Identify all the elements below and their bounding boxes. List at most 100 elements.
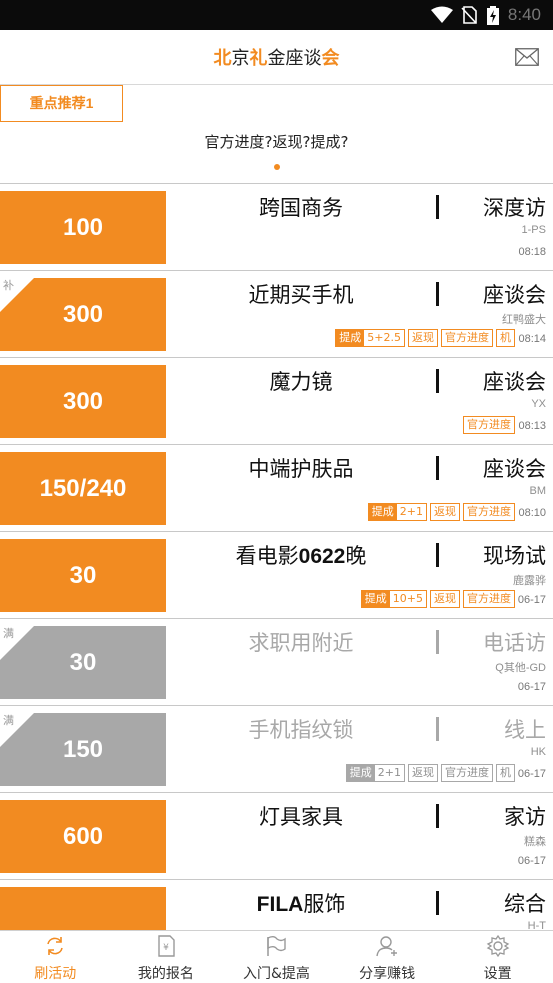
progress-tag: 官方进度	[441, 329, 493, 347]
featured-banner[interactable]: 重点推荐1 官方进度?返现?提成?	[0, 85, 553, 184]
divider	[436, 891, 439, 915]
list-item[interactable]: 30 看电影0622晚 现场试 鹿露骅 提成 10+5 返现 官方进度 06-17	[0, 532, 553, 619]
cashback-tag: 返现	[408, 764, 438, 782]
activity-title: 中端护肤品	[248, 457, 354, 481]
progress-tag: 官方进度	[463, 416, 515, 434]
timestamp: 06-17	[517, 768, 546, 780]
activity-type: 座谈会	[483, 370, 546, 394]
list-item[interactable]: 满 150 手机指纹锁 线上 HK 提成 2+1 返现 官方进度 机 06-17	[0, 706, 553, 793]
cashback-tag: 返现	[408, 329, 438, 347]
corner-label: 满	[3, 627, 14, 640]
flag-icon	[267, 936, 287, 956]
tab-label: 分享赚钱	[359, 966, 416, 982]
tab-label: 刷活动	[34, 966, 77, 982]
tab-label: 入门&提高	[243, 966, 310, 982]
divider	[436, 195, 439, 219]
list-item[interactable]: 补 300 近期买手机 座谈会 红鸭盛大 提成 5+2.5 返现 官方进度 机 0…	[0, 271, 553, 358]
timestamp: 06-17	[517, 681, 546, 693]
activity-title: 求职用附近	[248, 631, 354, 655]
reward-amount: 600	[0, 800, 166, 873]
divider	[436, 369, 439, 393]
activity-type: 座谈会	[483, 283, 546, 307]
no-sim-icon	[461, 6, 477, 24]
tag-group: 提成 10+5 返现 官方进度	[360, 590, 515, 608]
organizer: 糕森	[524, 836, 546, 848]
wifi-icon	[431, 6, 453, 23]
tag-group: 提成 2+1 返现 官方进度 机	[345, 764, 515, 782]
reward-amount: 补 300	[0, 278, 166, 351]
divider	[436, 630, 439, 654]
add-user-icon	[376, 936, 398, 957]
activity-title: 近期买手机	[248, 283, 354, 307]
commission-tag: 提成 2+1	[345, 764, 405, 782]
tab-guide[interactable]: 入门&提高	[221, 931, 332, 983]
mail-icon[interactable]	[515, 48, 539, 66]
activity-list[interactable]: 100 跨国商务 深度访 1-PS 08:18 补 300 近期买手机 座谈会 …	[0, 184, 553, 930]
tab-label: 我的报名	[137, 966, 194, 982]
reward-amount: 30	[0, 539, 166, 612]
page-title: 北京礼金座谈会	[213, 48, 340, 69]
reward-amount: 满 30	[0, 626, 166, 699]
divider	[436, 543, 439, 567]
divider	[436, 804, 439, 828]
activity-type: 家访	[504, 805, 546, 829]
organizer: BM	[529, 485, 547, 497]
progress-tag: 官方进度	[441, 764, 493, 782]
divider	[436, 282, 439, 306]
activity-title: 跨国商务	[259, 196, 343, 220]
tab-share[interactable]: 分享赚钱	[332, 931, 443, 983]
gear-icon	[486, 934, 509, 958]
tab-my-signups[interactable]: ¥ 我的报名	[111, 931, 222, 983]
list-item[interactable]: 满 30 求职用附近 电话访 Q其他-GD 06-17	[0, 619, 553, 706]
list-item[interactable]: 600 灯具家具 家访 糕森 06-17	[0, 793, 553, 880]
timestamp: 08:18	[518, 246, 546, 258]
reward-amount: 300	[0, 365, 166, 438]
activity-title: 灯具家具	[259, 805, 343, 829]
activity-type: 现场试	[483, 544, 546, 568]
clock: 8:40	[507, 5, 541, 24]
activity-type: 座谈会	[483, 457, 546, 481]
commission-tag: 提成 10+5	[360, 590, 427, 608]
corner-label: 满	[3, 714, 14, 727]
timestamp: 08:14	[518, 333, 546, 345]
organizer: Q其他-GD	[495, 662, 546, 674]
cashback-tag: 返现	[430, 590, 460, 608]
corner-label: 补	[3, 279, 14, 292]
tab-activities[interactable]: 刷活动	[0, 931, 111, 983]
progress-tag: 官方进度	[463, 503, 515, 521]
organizer: H-T	[527, 920, 546, 930]
bottom-tab-bar: 刷活动 ¥ 我的报名 入门&提高 分享赚钱 设置	[0, 930, 553, 983]
timestamp: 06-17	[517, 594, 546, 606]
list-item[interactable]: 150/240 中端护肤品 座谈会 BM 提成 2+1 返现 官方进度 08:10	[0, 445, 553, 532]
tag-group: 提成 2+1 返现 官方进度	[367, 503, 515, 521]
activity-type: 综合	[504, 892, 546, 916]
organizer: 红鸭盛大	[502, 314, 546, 326]
reward-amount: 见内	[0, 887, 166, 930]
progress-tag: 官方进度	[463, 590, 515, 608]
divider	[436, 717, 439, 741]
list-item[interactable]: 300 魔力镜 座谈会 YX 官方进度 08:13	[0, 358, 553, 445]
timestamp: 06-17	[517, 855, 546, 867]
status-bar: 8:40	[0, 0, 553, 30]
featured-text: 官方进度?返现?提成?	[204, 133, 349, 151]
activity-title: 看电影0622晚	[235, 544, 367, 568]
tag-group: 提成 5+2.5 返现 官方进度 机	[335, 329, 515, 347]
reward-amount: 100	[0, 191, 166, 264]
list-item[interactable]: 100 跨国商务 深度访 1-PS 08:18	[0, 184, 553, 271]
app-header: 北京礼金座谈会	[0, 30, 553, 85]
timestamp: 08:10	[518, 507, 546, 519]
reward-amount: 150/240	[0, 452, 166, 525]
reward-amount: 满 150	[0, 713, 166, 786]
organizer: 鹿露骅	[513, 575, 546, 587]
activity-type: 电话访	[483, 631, 546, 655]
activity-title: 手机指纹锁	[248, 718, 354, 742]
list-item[interactable]: 见内 FILA服饰 综合 H-T	[0, 880, 553, 930]
commission-tag: 提成 5+2.5	[335, 329, 405, 347]
phone-tag: 机	[496, 329, 515, 347]
tab-settings[interactable]: 设置	[442, 931, 553, 983]
divider	[436, 456, 439, 480]
phone-tag: 机	[496, 764, 515, 782]
tag-group: 官方进度	[463, 416, 515, 434]
activity-title: 魔力镜	[269, 370, 333, 394]
organizer: 1-PS	[521, 224, 546, 236]
